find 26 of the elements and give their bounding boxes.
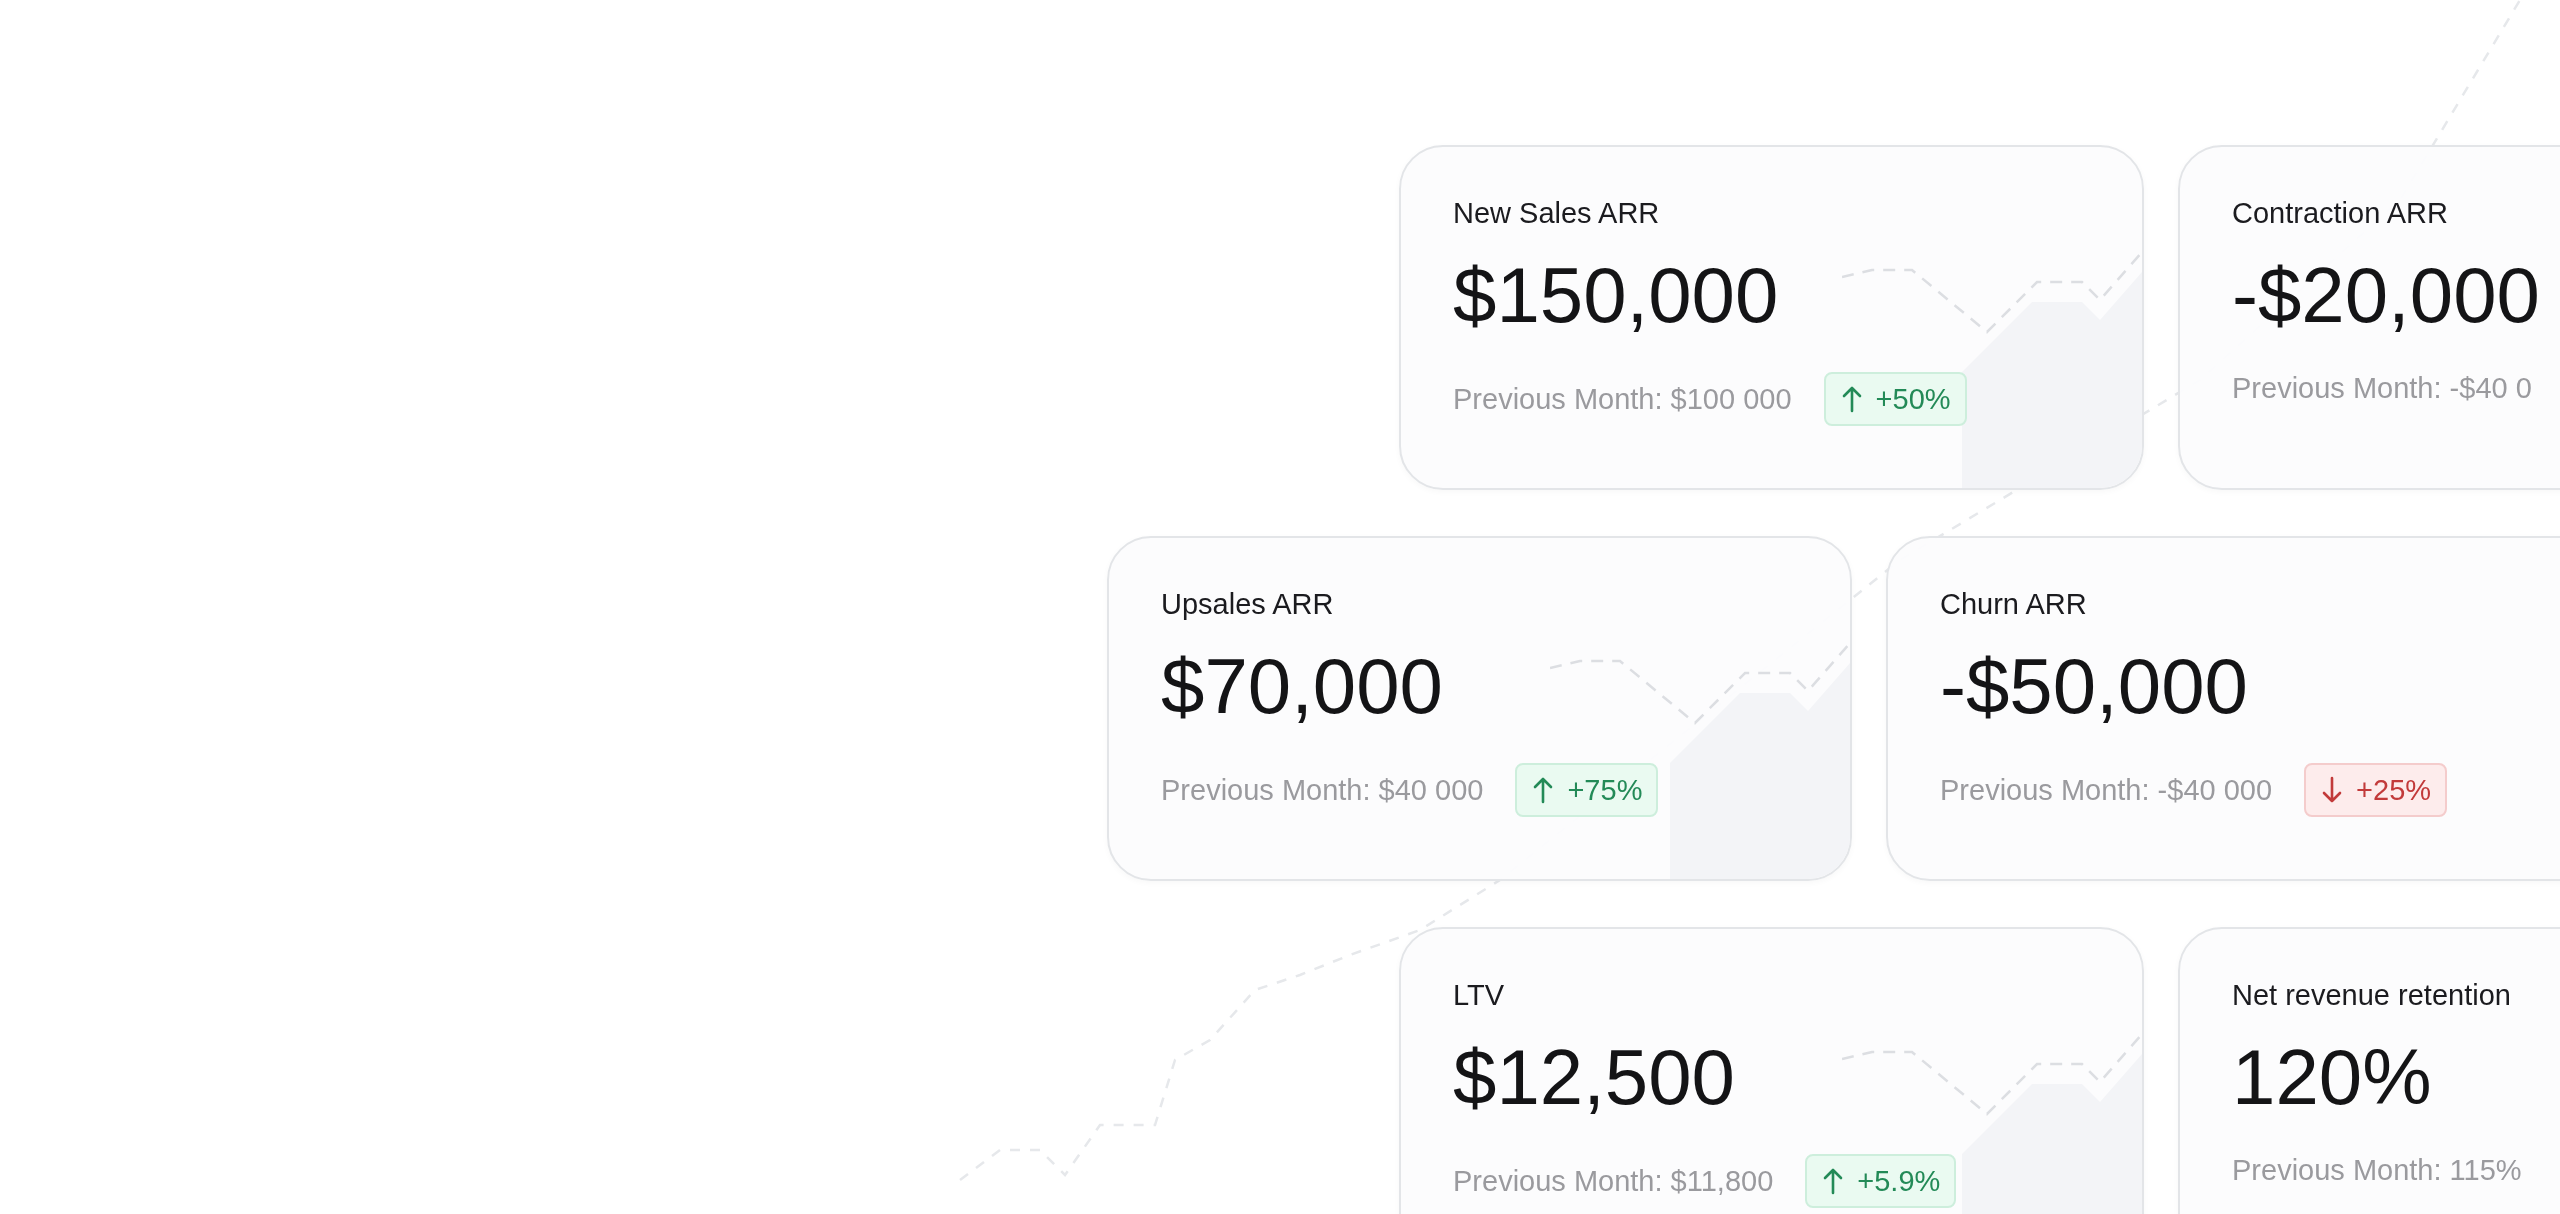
change-percent: +75% (1567, 773, 1643, 807)
metric-value: $12,500 (1453, 1038, 1735, 1116)
previous-month-text: Previous Month: $11,800 (1453, 1164, 1774, 1198)
metric-title: Upsales ARR (1161, 588, 1334, 621)
previous-month-text: Previous Month: $40 000 (1161, 773, 1484, 807)
metric-value: $70,000 (1161, 647, 1443, 725)
arrow-up-icon (1533, 776, 1554, 804)
previous-month-text: Previous Month: -$40 0 (2232, 372, 2532, 405)
previous-month-text: Previous Month: -$40 000 (1940, 773, 2273, 807)
metric-title: LTV (1453, 979, 1505, 1012)
previous-month-text: Previous Month: $100 000 (1453, 382, 1792, 416)
arrow-down-icon (2322, 776, 2343, 804)
metric-title: New Sales ARR (1453, 197, 1660, 230)
metric-title: Churn ARR (1940, 588, 2087, 621)
arrow-up-icon (1841, 385, 1862, 413)
metric-title: Net revenue retention (2232, 979, 2511, 1012)
change-percent: +5.9% (1857, 1164, 1941, 1198)
metric-value: -$50,000 (1940, 647, 2248, 725)
previous-month-text: Previous Month: 115% (2232, 1154, 2522, 1187)
metric-value: -$20,000 (2232, 256, 2540, 334)
change-percent: +25% (2356, 773, 2432, 807)
arrow-up-icon (1823, 1167, 1844, 1195)
metric-value: 120% (2232, 1038, 2432, 1116)
change-percent: +50% (1875, 382, 1951, 416)
metric-value: $150,000 (1453, 256, 1779, 334)
metric-title: Contraction ARR (2232, 197, 2448, 230)
